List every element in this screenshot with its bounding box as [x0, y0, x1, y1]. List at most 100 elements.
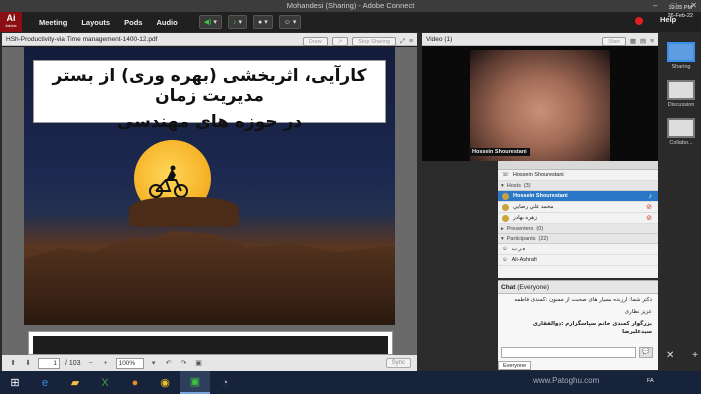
firefox-icon[interactable]: ●: [120, 371, 150, 394]
draw-button[interactable]: Draw: [302, 37, 328, 46]
zoom-out-icon[interactable]: −: [86, 360, 96, 367]
slide-title-line2: در حوزه های مهندسی: [116, 112, 303, 132]
chevron-down-icon: ▾: [501, 182, 504, 189]
layout-thumbnail: [667, 118, 695, 138]
close-icon[interactable]: ✕: [666, 350, 674, 361]
record-indicator-icon[interactable]: [635, 17, 643, 25]
list-item[interactable]: زهره بهادر ⊘: [498, 213, 658, 224]
speaker-button[interactable]: ◀) ▾: [198, 15, 222, 29]
adobe-connect-taskbar-icon[interactable]: ▣: [180, 371, 210, 394]
microphone-off-icon: ⊘: [646, 215, 652, 222]
video-pod-title: Video: [426, 36, 443, 43]
chevron-down-icon: ▾: [292, 19, 297, 26]
list-item[interactable]: ☺ Ali-Ashrafi: [498, 255, 658, 266]
menu-pods[interactable]: Pods: [117, 18, 149, 27]
hosts-group[interactable]: ▾ Hosts (3): [498, 181, 658, 191]
pointer-button[interactable]: ↗: [331, 37, 349, 46]
chevron-right-icon: ▸: [501, 225, 504, 232]
minimize-button[interactable]: –: [653, 0, 657, 12]
page-total: / 103: [65, 359, 81, 367]
host-icon: [502, 192, 509, 200]
slide-title-box: کارآیی، اثربخشی (بهره وری) از بستر مدیری…: [33, 60, 386, 132]
excel-icon[interactable]: X: [90, 371, 120, 394]
page-number-input[interactable]: 1: [38, 357, 60, 369]
chat-message: بزرگوار کمندی خانم سپاسگزارم :ذوالفقاری …: [532, 321, 652, 335]
system-clock[interactable]: 12:35 PM 26-Feb-22: [668, 4, 693, 20]
chat-input[interactable]: [501, 347, 636, 358]
speaker-video-image: [470, 50, 610, 161]
list-item[interactable]: Hossein Shourestani ♪: [498, 191, 658, 202]
chat-message: دکتر شما: ارزنده بسیار های صحبت از ممنون…: [514, 297, 652, 303]
menu-meeting[interactable]: Meeting: [32, 18, 74, 27]
slide-title-line1: کارآیی، اثربخشی (بهره وری) از بستر مدیری…: [52, 66, 367, 106]
list-item[interactable]: محمد علي رضايي ⊘: [498, 202, 658, 213]
cyclist-silhouette-icon: [149, 165, 188, 198]
redo-icon[interactable]: ↷: [179, 359, 189, 367]
language-indicator[interactable]: FA: [647, 378, 654, 384]
speaker-name-label: Hossein Shourestani: [469, 148, 530, 156]
microphone-off-icon: ⊘: [646, 204, 652, 211]
chevron-down-icon: ▾: [238, 19, 242, 26]
rock-arch-image: [129, 197, 239, 227]
presenters-group[interactable]: ▸ Presenters (0): [498, 224, 658, 234]
layout-sharing[interactable]: Sharing: [666, 42, 696, 70]
chevron-down-icon: ▾: [213, 19, 217, 26]
share-pod-title: HSh-Productivity-via Time management-140…: [6, 36, 158, 43]
video-pod-header: Video (1) Start ▦ ▤ ≡: [422, 33, 658, 46]
host-icon: [502, 203, 509, 211]
edge-browser-icon[interactable]: e: [30, 371, 60, 394]
layout-discussion[interactable]: Discussion: [666, 80, 696, 108]
stop-sharing-button[interactable]: Stop Sharing: [352, 37, 396, 46]
zoom-select[interactable]: 100%: [115, 357, 144, 369]
video-feed[interactable]: Hossein Shourestani: [422, 46, 658, 161]
raise-hand-button[interactable]: ☺ ▾: [278, 15, 302, 29]
microphone-icon: ♪: [648, 192, 653, 200]
add-icon[interactable]: +: [692, 350, 698, 361]
document-controls: ⬆ ⬇ 1 / 103 − + 100% ▾ ↶ ↷ ▣ Sync: [2, 355, 417, 371]
microphone-button[interactable]: ♪ ▾: [227, 15, 247, 29]
layout-collaboration[interactable]: Collabo...: [666, 118, 696, 146]
windows-start-icon[interactable]: ⊞: [0, 371, 30, 394]
title-bar: Mohandesi (Sharing) - Adobe Connect – □ …: [0, 0, 701, 12]
next-slide-preview: [28, 331, 393, 355]
chrome-icon[interactable]: ◉: [150, 371, 180, 394]
share-pod-header: HSh-Productivity-via Time management-140…: [2, 33, 417, 46]
slide-page: کارآیی، اثربخشی (بهره وری) از بستر مدیری…: [24, 47, 395, 325]
sync-button[interactable]: Sync: [385, 358, 411, 368]
layouts-bar: Sharing Discussion Collabo... ✕ +: [662, 32, 701, 370]
menu-bar: Ai Adobe Meeting Layouts Pods Audio ◀) ▾…: [0, 12, 701, 32]
current-user-row[interactable]: ☏ Hossein Shourestani: [498, 170, 658, 181]
attendees-toolbar: [498, 161, 658, 170]
arrow-up-icon[interactable]: ⬆: [8, 359, 18, 367]
list-item[interactable]: ☺ ه.ر.ب: [498, 244, 658, 255]
start-video-button[interactable]: Start: [602, 37, 626, 46]
chat-tab-everyone[interactable]: Everyone: [498, 361, 532, 370]
layout-thumbnail: [667, 80, 695, 100]
phone-icon: ☏: [502, 172, 509, 178]
file-explorer-icon[interactable]: ▰: [60, 371, 90, 394]
person-icon: ☺: [502, 257, 508, 263]
fit-page-icon[interactable]: ▣: [194, 359, 204, 367]
person-icon: ☺: [283, 18, 291, 26]
watermark-text: www.Patoghu.com: [533, 376, 600, 385]
chevron-down-icon[interactable]: ▾: [149, 359, 159, 367]
webcam-button[interactable]: ● ▾: [252, 15, 273, 29]
app-icon[interactable]: ◔: [210, 371, 240, 394]
video-pod: Video (1) Start ▦ ▤ ≡: [422, 33, 658, 46]
slide-viewport[interactable]: کارآیی، اثربخشی (بهره وری) از بستر مدیری…: [2, 47, 417, 355]
zoom-in-icon[interactable]: +: [101, 360, 111, 367]
chevron-down-icon: ▾: [264, 19, 268, 26]
speaker-icon: ◀): [203, 19, 212, 26]
video-count: (1): [444, 36, 453, 43]
webcam-icon: ●: [257, 18, 263, 26]
speech-bubble-icon[interactable]: 💬: [639, 347, 653, 358]
chat-message: عزیز نظاری: [624, 309, 652, 315]
participants-group[interactable]: ▾ Participants (22): [498, 234, 658, 244]
chat-header: Chat (Everyone): [498, 281, 658, 294]
host-icon: [502, 214, 509, 222]
arrow-down-icon[interactable]: ⬇: [23, 359, 33, 367]
menu-audio[interactable]: Audio: [149, 18, 184, 27]
undo-icon[interactable]: ↶: [164, 359, 174, 367]
menu-layouts[interactable]: Layouts: [74, 18, 117, 27]
adobe-logo: Ai Adobe: [0, 12, 22, 32]
